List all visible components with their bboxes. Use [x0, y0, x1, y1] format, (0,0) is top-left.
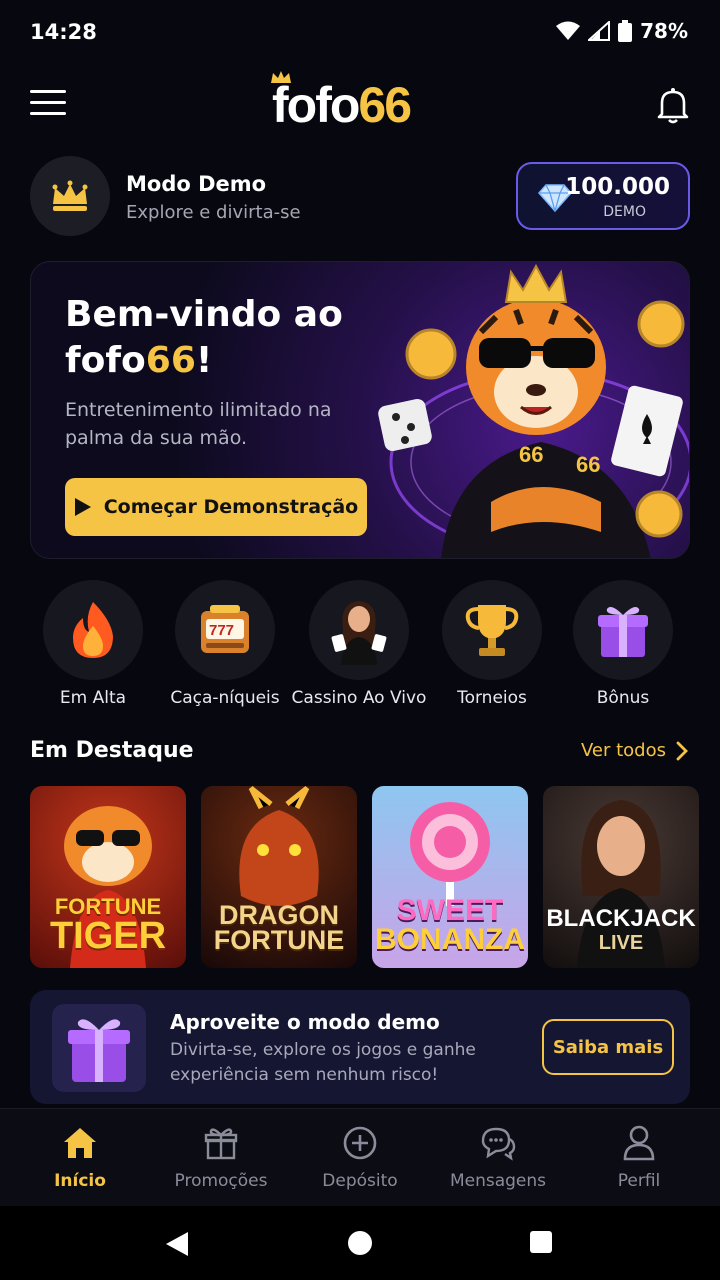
game-card-blackjack-live[interactable]: BLACKJACK LIVE: [543, 786, 699, 968]
featured-title: Em Destaque: [30, 738, 194, 763]
demo-promo-card: Aproveite o modo demo Divirta-se, explor…: [30, 990, 690, 1104]
hero-description: Entretenimento ilimitado na palma da sua…: [65, 399, 332, 449]
user-icon: [623, 1125, 655, 1161]
chat-icon: [481, 1127, 516, 1161]
play-icon: [74, 498, 91, 516]
battery-percent: 78%: [640, 19, 688, 43]
gift-icon: [68, 1019, 130, 1082]
menu-button[interactable]: [30, 90, 66, 120]
slot-machine-icon: 777: [201, 605, 249, 653]
gift-icon: [598, 607, 648, 657]
hero-title: Bem-vindo ao fofo66!: [65, 294, 343, 381]
featured-games: FORTUNE TIGER DRAGON FORTUNE SWEET BONANZA …: [30, 786, 720, 968]
nav-deposito[interactable]: Depósito: [288, 1109, 432, 1207]
nav-promocoes[interactable]: Promoções: [149, 1109, 293, 1207]
demo-mode-subtitle: Explore e divirta-se: [126, 202, 301, 223]
promo-icon: [52, 1004, 146, 1092]
promo-title: Aproveite o modo demo: [170, 1010, 440, 1034]
battery-icon: [618, 20, 633, 42]
bell-icon: [657, 88, 689, 124]
start-demo-button[interactable]: Começar Demonstração: [65, 478, 367, 536]
category-cassino-ao-vivo[interactable]: Cassino Ao Vivo: [289, 580, 429, 708]
balance-amount: 100.000: [565, 174, 670, 200]
category-caca-niqueis[interactable]: 777 Caça-níqueis: [155, 580, 295, 708]
tiger-mascot-illustration: 66 66: [378, 263, 689, 558]
category-list: Em Alta 777 Caça-níqueis Cassino Ao Vivo…: [0, 580, 720, 710]
see-all-link[interactable]: Ver todos: [581, 740, 688, 761]
category-bonus[interactable]: Bônus: [553, 580, 693, 708]
fire-icon: [73, 602, 113, 658]
learn-more-button[interactable]: Saiba mais: [542, 1019, 674, 1075]
demo-balance[interactable]: 100.000 DEMO: [516, 162, 690, 230]
category-torneios[interactable]: Torneios: [422, 580, 562, 708]
nav-mensagens[interactable]: Mensagens: [426, 1109, 570, 1207]
promo-text: Divirta-se, explore os jogos e ganhe exp…: [170, 1040, 476, 1085]
nav-perfil[interactable]: Perfil: [567, 1109, 711, 1207]
signal-icon: [588, 21, 611, 41]
menu-icon: [30, 90, 66, 93]
gift-icon: [204, 1128, 238, 1160]
svg-text:66: 66: [576, 452, 600, 477]
status-time: 14:28: [30, 20, 97, 44]
game-card-sweet-bonanza[interactable]: SWEET BONANZA: [372, 786, 528, 968]
home-icon: [64, 1128, 96, 1158]
recents-icon[interactable]: [529, 1230, 553, 1254]
game-card-dragon-fortune[interactable]: DRAGON FORTUNE: [201, 786, 357, 968]
back-icon[interactable]: [164, 1230, 190, 1258]
notifications-button[interactable]: [656, 86, 690, 128]
nav-inicio[interactable]: Início: [8, 1109, 152, 1207]
home-circle-icon[interactable]: [347, 1230, 373, 1256]
avatar[interactable]: [30, 156, 110, 236]
status-icons: 78%: [556, 19, 688, 43]
demo-mode-row: Modo Demo Explore e divirta-se 100.000 D…: [30, 156, 690, 240]
trophy-icon: [465, 605, 519, 656]
category-em-alta[interactable]: Em Alta: [23, 580, 163, 708]
crown-icon: [271, 71, 291, 83]
svg-text:777: 777: [209, 622, 234, 639]
app-header: fofo66: [0, 64, 720, 148]
app-logo[interactable]: fofo66: [271, 71, 412, 134]
balance-label: DEMO: [603, 204, 646, 220]
status-bar: 14:28 78%: [0, 0, 720, 64]
crown-icon: [52, 180, 88, 211]
svg-text:66: 66: [519, 442, 543, 467]
chevron-right-icon: [676, 741, 688, 760]
hero-banner: Bem-vindo ao fofo66! Entretenimento ilim…: [30, 261, 690, 559]
game-card-fortune-tiger[interactable]: FORTUNE TIGER: [30, 786, 186, 968]
demo-mode-title: Modo Demo: [126, 172, 267, 196]
wifi-icon: [556, 21, 581, 40]
system-navigation-bar: [0, 1206, 720, 1280]
plus-circle-icon: [343, 1126, 377, 1160]
bottom-navigation: Início Promoções Depósito Mensagens Perf…: [0, 1108, 720, 1206]
live-dealer-icon: [331, 601, 387, 665]
